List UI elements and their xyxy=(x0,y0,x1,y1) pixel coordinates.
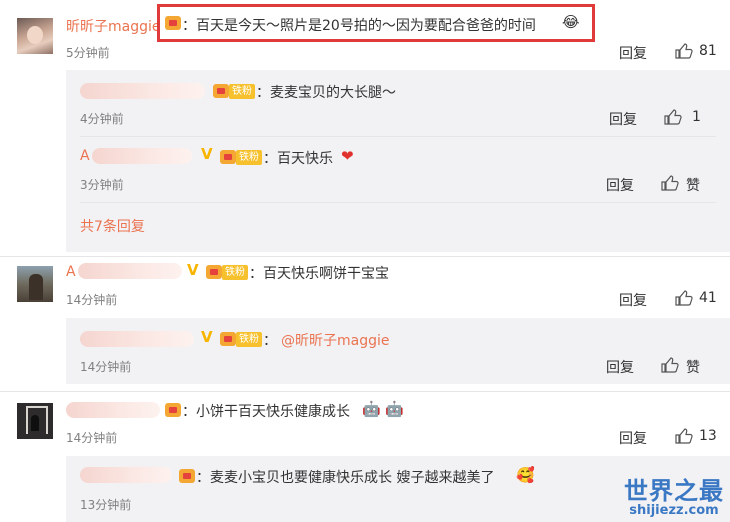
reply-text-prefix: ： xyxy=(263,333,277,349)
divider xyxy=(80,202,716,203)
fan-badge: 铁粉 xyxy=(222,265,248,280)
avatar[interactable] xyxy=(17,18,53,54)
blush-emoji-icon: 🥰 xyxy=(516,466,535,484)
like-thumb-icon[interactable] xyxy=(675,43,693,59)
crown-badge-icon xyxy=(206,265,222,279)
watermark-title: 世界之最 xyxy=(624,477,724,505)
verified-v-icon: V xyxy=(201,328,213,346)
timestamp: 14分钟前 xyxy=(80,360,132,374)
crown-badge-icon xyxy=(220,332,236,346)
like-label[interactable]: 赞 xyxy=(686,175,700,195)
timestamp: 14分钟前 xyxy=(66,293,118,307)
reply-button[interactable]: 回复 xyxy=(606,357,634,377)
comment-text: ：小饼干百天快乐健康成长 xyxy=(182,404,350,420)
like-thumb-icon[interactable] xyxy=(664,109,682,125)
divider xyxy=(80,136,716,137)
timestamp: 3分钟前 xyxy=(80,178,124,192)
like-thumb-icon[interactable] xyxy=(675,290,693,306)
reply-button[interactable]: 回复 xyxy=(619,43,647,63)
like-count: 81 xyxy=(699,43,717,59)
reply-text: ：麦麦宝贝的大长腿～ xyxy=(256,85,396,101)
more-replies-link[interactable]: 共7条回复 xyxy=(80,216,145,236)
fan-badge: 铁粉 xyxy=(229,84,255,99)
like-thumb-icon[interactable] xyxy=(675,428,693,444)
like-thumb-icon[interactable] xyxy=(661,357,679,373)
fan-badge: 铁粉 xyxy=(236,332,262,347)
blurred-username[interactable] xyxy=(80,467,172,483)
reply-button[interactable]: 回复 xyxy=(619,428,647,448)
crown-badge-icon xyxy=(165,403,181,417)
fan-badge: 铁粉 xyxy=(236,150,262,165)
reply-button[interactable]: 回复 xyxy=(619,290,647,310)
blurred-username[interactable] xyxy=(80,83,205,99)
blurred-username[interactable] xyxy=(80,331,194,347)
like-count: 41 xyxy=(699,290,717,306)
heart-emoji-icon: ❤ xyxy=(341,147,354,165)
timestamp: 5分钟前 xyxy=(66,46,110,60)
blurred-username[interactable] xyxy=(92,148,192,164)
reply-text: ：麦麦小宝贝也要健康快乐成长 嫂子越来越美了 xyxy=(196,470,495,486)
username-initial[interactable]: A xyxy=(66,264,76,280)
watermark-logo: 世界之最 shijiezz.com xyxy=(624,478,724,518)
mention-link[interactable]: @昕昕子maggie xyxy=(281,330,390,350)
divider xyxy=(0,256,730,257)
like-count: 13 xyxy=(699,428,717,444)
robot-emoji-icon: 🤖 xyxy=(385,400,404,418)
blurred-username[interactable] xyxy=(78,263,182,279)
avatar[interactable] xyxy=(17,266,53,302)
like-thumb-icon[interactable] xyxy=(661,175,679,191)
username-initial[interactable]: A xyxy=(80,148,90,164)
timestamp: 14分钟前 xyxy=(66,431,118,445)
verified-v-icon: V xyxy=(187,261,199,279)
username[interactable]: 昕昕子maggie xyxy=(66,16,161,36)
avatar[interactable] xyxy=(17,403,53,439)
crown-badge-icon xyxy=(220,150,236,164)
reply-button[interactable]: 回复 xyxy=(606,175,634,195)
comment-text: ：百天快乐啊饼干宝宝 xyxy=(249,266,389,282)
highlight-frame xyxy=(157,4,595,42)
divider xyxy=(0,391,730,392)
reply-text: ：百天快乐 xyxy=(263,151,333,167)
timestamp: 13分钟前 xyxy=(80,498,132,512)
verified-v-icon: V xyxy=(201,145,213,163)
crown-badge-icon xyxy=(179,469,195,483)
reply-button[interactable]: 回复 xyxy=(609,109,637,129)
crown-badge-icon xyxy=(213,84,229,98)
like-count: 1 xyxy=(692,109,701,125)
timestamp: 4分钟前 xyxy=(80,112,124,126)
watermark-url: shijiezz.com xyxy=(629,503,719,518)
like-label[interactable]: 赞 xyxy=(686,357,700,377)
blurred-username[interactable] xyxy=(66,402,160,418)
robot-emoji-icon: 🤖 xyxy=(362,400,381,418)
